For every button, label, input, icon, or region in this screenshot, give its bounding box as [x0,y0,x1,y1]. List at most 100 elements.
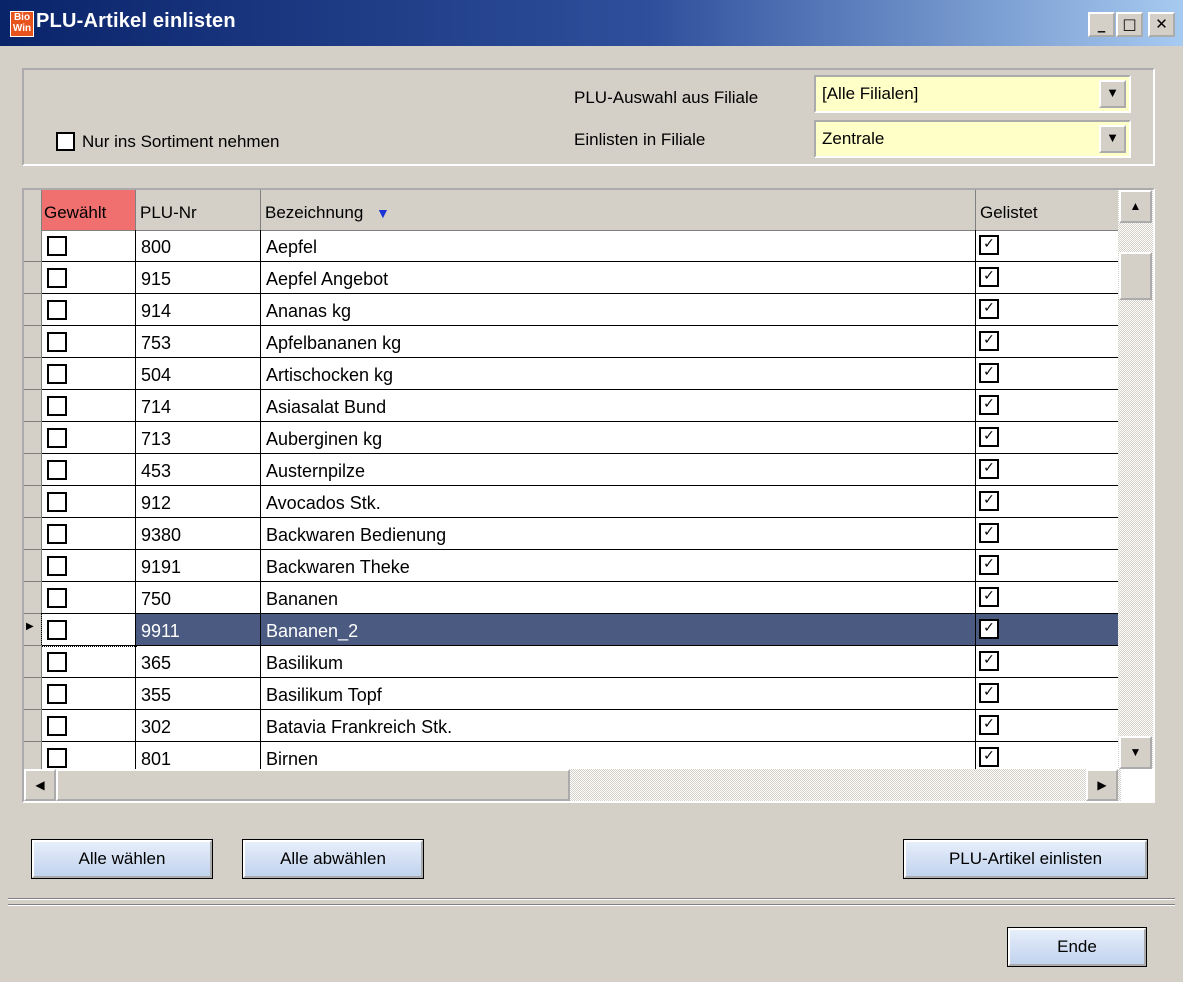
row-indicator[interactable] [24,678,42,710]
row-indicator[interactable] [24,582,42,614]
listed-checkbox[interactable]: ✓ [979,651,999,671]
row-indicator[interactable] [24,422,42,454]
column-header-plu[interactable]: PLU-Nr [136,190,261,230]
cell-selected[interactable] [42,454,136,486]
minimize-button[interactable]: _ [1088,12,1115,37]
row-indicator[interactable] [24,230,42,262]
cell-selected[interactable] [42,518,136,550]
close-button[interactable]: ✕ [1148,12,1175,37]
cell-selected[interactable] [42,390,136,422]
horizontal-scrollbar[interactable]: ◀ ▶ [24,769,1121,801]
row-indicator[interactable] [24,550,42,582]
column-header-selected[interactable]: Gewählt [42,190,136,230]
table-row[interactable]: 912 Avocados Stk. ✓ [24,486,1120,518]
listed-checkbox[interactable]: ✓ [979,587,999,607]
table-row[interactable]: 713 Auberginen kg ✓ [24,422,1120,454]
cell-listed[interactable]: ✓ [976,678,1120,710]
listed-checkbox[interactable]: ✓ [979,267,999,287]
scroll-right-button[interactable]: ▶ [1086,769,1118,801]
row-indicator[interactable]: ▶ [24,614,42,646]
cell-listed[interactable]: ✓ [976,422,1120,454]
only-assortment-checkbox[interactable] [56,132,75,151]
select-checkbox[interactable] [47,748,67,768]
table-row[interactable]: 302 Batavia Frankreich Stk. ✓ [24,710,1120,742]
listed-checkbox[interactable]: ✓ [979,683,999,703]
table-row[interactable]: 753 Apfelbananen kg ✓ [24,326,1120,358]
cell-selected[interactable] [42,230,136,262]
table-row[interactable]: 9380 Backwaren Bedienung ✓ [24,518,1120,550]
listed-checkbox[interactable]: ✓ [979,395,999,415]
listed-checkbox[interactable]: ✓ [979,459,999,479]
scroll-up-button[interactable]: ▲ [1119,190,1152,223]
cell-selected[interactable] [42,582,136,614]
target-branch-select[interactable]: Zentrale ▼ [814,120,1131,158]
deselect-all-button[interactable]: Alle abwählen [242,839,424,879]
table-row[interactable]: 453 Austernpilze ✓ [24,454,1120,486]
maximize-button[interactable]: □ [1116,12,1143,37]
list-plu-button[interactable]: PLU-Artikel einlisten [903,839,1148,879]
table-row[interactable]: 504 Artischocken kg ✓ [24,358,1120,390]
listed-checkbox[interactable]: ✓ [979,555,999,575]
select-checkbox[interactable] [47,428,67,448]
table-row[interactable]: 914 Ananas kg ✓ [24,294,1120,326]
cell-selected[interactable] [42,678,136,710]
select-checkbox[interactable] [47,620,67,640]
table-row[interactable]: 365 Basilikum ✓ [24,646,1120,678]
table-row[interactable]: 800 Aepfel ✓ [24,230,1120,262]
horizontal-scroll-thumb[interactable] [56,769,570,801]
select-all-button[interactable]: Alle wählen [31,839,213,879]
listed-checkbox[interactable]: ✓ [979,715,999,735]
row-indicator[interactable] [24,486,42,518]
row-indicator[interactable] [24,710,42,742]
row-indicator[interactable] [24,262,42,294]
row-indicator[interactable] [24,390,42,422]
cell-selected[interactable] [42,294,136,326]
select-checkbox[interactable] [47,652,67,672]
select-checkbox[interactable] [47,268,67,288]
select-checkbox[interactable] [47,684,67,704]
listed-checkbox[interactable]: ✓ [979,331,999,351]
cell-selected[interactable] [41,613,137,647]
scroll-down-button[interactable]: ▼ [1119,736,1152,769]
table-row[interactable]: 714 Asiasalat Bund ✓ [24,390,1120,422]
cell-listed[interactable]: ✓ [976,358,1120,390]
cell-selected[interactable] [42,550,136,582]
column-header-listed[interactable]: Gelistet [976,190,1121,230]
cell-listed[interactable]: ✓ [976,646,1120,678]
select-checkbox[interactable] [47,300,67,320]
row-indicator[interactable] [24,646,42,678]
select-checkbox[interactable] [47,556,67,576]
listed-checkbox[interactable]: ✓ [979,619,999,639]
cell-selected[interactable] [42,710,136,742]
table-row[interactable]: 915 Aepfel Angebot ✓ [24,262,1120,294]
end-button[interactable]: Ende [1007,927,1147,967]
cell-selected[interactable] [42,326,136,358]
cell-listed[interactable]: ✓ [976,486,1120,518]
select-checkbox[interactable] [47,588,67,608]
listed-checkbox[interactable]: ✓ [979,299,999,319]
chevron-down-icon[interactable]: ▼ [1099,125,1126,153]
listed-checkbox[interactable]: ✓ [979,235,999,255]
cell-listed[interactable]: ✓ [976,390,1120,422]
cell-listed[interactable]: ✓ [976,550,1120,582]
cell-listed[interactable]: ✓ [976,454,1120,486]
select-checkbox[interactable] [47,492,67,512]
table-row[interactable]: 750 Bananen ✓ [24,582,1120,614]
cell-listed[interactable]: ✓ [976,230,1120,262]
select-checkbox[interactable] [47,716,67,736]
column-header-name[interactable]: Bezeichnung ▼ [261,190,976,230]
select-checkbox[interactable] [47,332,67,352]
select-checkbox[interactable] [47,460,67,480]
cell-listed[interactable]: ✓ [976,262,1120,294]
row-indicator[interactable] [24,454,42,486]
cell-selected[interactable] [42,422,136,454]
cell-listed[interactable]: ✓ [976,614,1120,646]
listed-checkbox[interactable]: ✓ [979,363,999,383]
cell-selected[interactable] [42,358,136,390]
row-indicator[interactable] [24,326,42,358]
table-row[interactable]: 355 Basilikum Topf ✓ [24,678,1120,710]
listed-checkbox[interactable]: ✓ [979,491,999,511]
listed-checkbox[interactable]: ✓ [979,427,999,447]
cell-selected[interactable] [42,646,136,678]
cell-listed[interactable]: ✓ [976,582,1120,614]
